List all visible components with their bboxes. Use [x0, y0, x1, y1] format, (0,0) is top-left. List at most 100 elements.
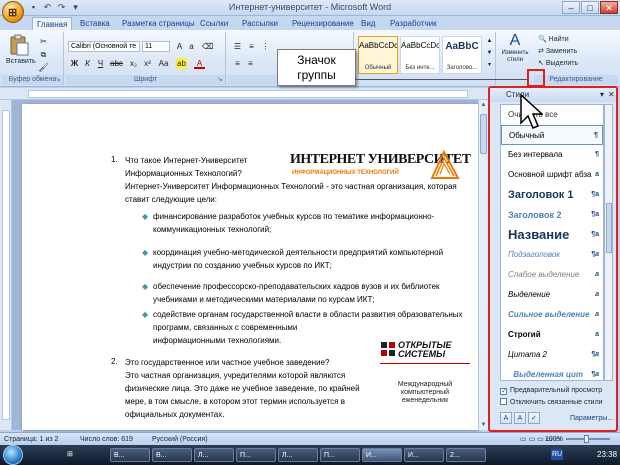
- taskbar-item[interactable]: И...: [404, 448, 444, 462]
- manage-styles-icon[interactable]: ✓: [528, 412, 540, 424]
- maximize-button[interactable]: □: [581, 1, 599, 14]
- find-button[interactable]: 🔍 Найти: [538, 35, 569, 43]
- style-item-heading1[interactable]: Заголовок 1 ¶a: [501, 185, 603, 205]
- tab-references[interactable]: Ссылки: [196, 17, 232, 30]
- tab-view[interactable]: Вид: [357, 17, 379, 30]
- disable-linked-checkbox[interactable]: Отключить связанные стили: [500, 398, 603, 406]
- linked-mark-icon: ¶a: [591, 351, 599, 358]
- callout-pointer-line: [355, 79, 529, 80]
- office-button[interactable]: ⊞: [2, 1, 24, 23]
- underline-icon[interactable]: Ч: [95, 58, 106, 69]
- style-item-normal[interactable]: Обычный ¶: [501, 125, 603, 145]
- scroll-up-icon[interactable]: ▲: [479, 100, 488, 110]
- tab-mailings[interactable]: Рассылки: [238, 17, 282, 30]
- style-item-heading2[interactable]: Заголовок 2 ¶a: [501, 205, 603, 225]
- clock[interactable]: 23:38: [597, 449, 617, 460]
- internet-university-logo: ИНТЕРНЕТ УНИВЕРСИТЕТ ИНФОРМАЦИОННЫХ ТЕХН…: [290, 150, 471, 186]
- change-styles-icon: A: [509, 32, 521, 49]
- taskbar-item[interactable]: Л...: [194, 448, 234, 462]
- styles-scroll-down-icon[interactable]: ▼: [484, 48, 495, 59]
- font-size-combo[interactable]: 11: [142, 41, 170, 52]
- language-tray[interactable]: RU: [551, 449, 563, 460]
- clear-format-icon[interactable]: ⌫: [202, 41, 213, 52]
- zoom-slider-knob[interactable]: [584, 435, 589, 443]
- style-item-subtitle[interactable]: Подзаголовок ¶a: [501, 245, 603, 265]
- document-scrollbar[interactable]: ▲ ▼: [478, 100, 488, 430]
- grow-font-icon[interactable]: A: [174, 41, 185, 52]
- tab-home[interactable]: Главная: [32, 17, 73, 30]
- clipboard-launcher-icon[interactable]: ↘: [54, 76, 62, 84]
- tab-page-layout[interactable]: Разметка страницы: [118, 17, 199, 30]
- styles-launcher-highlight[interactable]: [527, 69, 545, 87]
- pane-close-icon[interactable]: ✕: [608, 88, 615, 102]
- multilevel-list-icon[interactable]: ⋮: [260, 41, 271, 52]
- align-center-icon[interactable]: ≡: [245, 58, 256, 69]
- replace-button[interactable]: ⇄ Заменить: [538, 47, 577, 55]
- vertical-ruler[interactable]: [0, 100, 12, 430]
- style-item-default-font[interactable]: Основной шрифт абза a: [501, 165, 603, 185]
- styles-list-scrollbar[interactable]: [604, 104, 613, 381]
- bold-icon[interactable]: Ж: [69, 58, 80, 69]
- font-launcher-icon[interactable]: ↘: [216, 76, 224, 84]
- tab-insert[interactable]: Вставка: [76, 17, 114, 30]
- linked-mark-icon: ¶a: [591, 211, 599, 218]
- taskbar-item[interactable]: П...: [236, 448, 276, 462]
- pane-menu-icon[interactable]: ▾: [600, 88, 604, 102]
- preview-checkbox[interactable]: ✓ Предварительный просмотр: [500, 387, 602, 395]
- copy-icon[interactable]: ⧉: [38, 49, 49, 60]
- options-link[interactable]: Параметры...: [570, 415, 613, 422]
- taskbar-item[interactable]: П...: [320, 448, 360, 462]
- styles-scroll-up-icon[interactable]: ▲: [484, 36, 495, 47]
- scroll-down-icon[interactable]: ▼: [479, 420, 488, 430]
- shrink-font-icon[interactable]: a: [186, 41, 197, 52]
- font-name-combo[interactable]: Calibri (Основной те: [68, 41, 140, 52]
- highlight-icon[interactable]: ab: [176, 58, 187, 69]
- select-button[interactable]: ↖ Выделить: [538, 59, 578, 67]
- numbering-icon[interactable]: ≡: [246, 41, 257, 52]
- style-item-quote2[interactable]: Цитата 2 ¶a: [501, 345, 603, 365]
- style-item-subtle-emphasis[interactable]: Слабое выделение a: [501, 265, 603, 285]
- taskbar-item[interactable]: В...: [152, 448, 192, 462]
- styles-more-icon[interactable]: ▾: [484, 60, 495, 71]
- style-tile-heading1[interactable]: AaBbC Заголово...: [442, 36, 482, 74]
- font-color-icon[interactable]: A: [194, 58, 205, 69]
- superscript-icon[interactable]: x²: [142, 58, 153, 69]
- item2-line: мере, в том смысле, в котором этот терми…: [125, 397, 345, 406]
- taskbar-item[interactable]: 2...: [446, 448, 486, 462]
- new-style-icon[interactable]: A: [500, 412, 512, 424]
- style-item-title[interactable]: Название ¶a: [501, 225, 603, 245]
- close-button[interactable]: ✕: [600, 1, 618, 14]
- scroll-thumb[interactable]: [480, 114, 487, 154]
- style-item-no-spacing[interactable]: Без интервала ¶: [501, 145, 603, 165]
- tab-review[interactable]: Рецензирование: [288, 17, 358, 30]
- style-item-emphasis[interactable]: Выделение a: [501, 285, 603, 305]
- style-item-strong[interactable]: Строгий a: [501, 325, 603, 345]
- style-inspector-icon[interactable]: A: [514, 412, 526, 424]
- horizontal-ruler[interactable]: [0, 88, 490, 100]
- taskbar: ⊞ В... В... Л... П... Л... П... И... И..…: [0, 445, 620, 465]
- bullets-icon[interactable]: ☰: [232, 41, 243, 52]
- style-item-intense-quote[interactable]: Выделенная цит ¶a: [501, 365, 603, 380]
- bullet-text: учебниками и методическими материалами п…: [153, 295, 375, 304]
- style-tile-no-spacing[interactable]: AaBbCcDc Без инте...: [400, 36, 440, 74]
- change-case-icon[interactable]: Аа: [158, 58, 169, 69]
- quick-launch[interactable]: ⊞: [64, 448, 84, 462]
- style-item-clear[interactable]: Очистить все: [501, 105, 603, 125]
- format-painter-icon[interactable]: 🖌: [38, 62, 49, 73]
- subscript-icon[interactable]: x₂: [128, 58, 139, 69]
- cut-icon[interactable]: ✂: [38, 36, 49, 47]
- taskbar-item[interactable]: В...: [110, 448, 150, 462]
- styles-scroll-thumb[interactable]: [606, 203, 612, 253]
- strikethrough-icon[interactable]: abc: [110, 58, 123, 69]
- align-left-icon[interactable]: ≡: [232, 58, 243, 69]
- minimize-button[interactable]: –: [562, 1, 580, 14]
- paste-button[interactable]: Вставить: [6, 34, 36, 65]
- start-button[interactable]: [3, 445, 23, 465]
- taskbar-item[interactable]: Л...: [278, 448, 318, 462]
- style-tile-normal[interactable]: AaBbCcDc Обычный: [358, 36, 398, 74]
- change-styles-button[interactable]: A Изменить стили: [498, 32, 532, 64]
- italic-icon[interactable]: К: [82, 58, 93, 69]
- taskbar-item[interactable]: И...: [362, 448, 402, 462]
- tab-developer[interactable]: Разработчик: [386, 17, 441, 30]
- style-item-intense-emphasis[interactable]: Сильное выделение a: [501, 305, 603, 325]
